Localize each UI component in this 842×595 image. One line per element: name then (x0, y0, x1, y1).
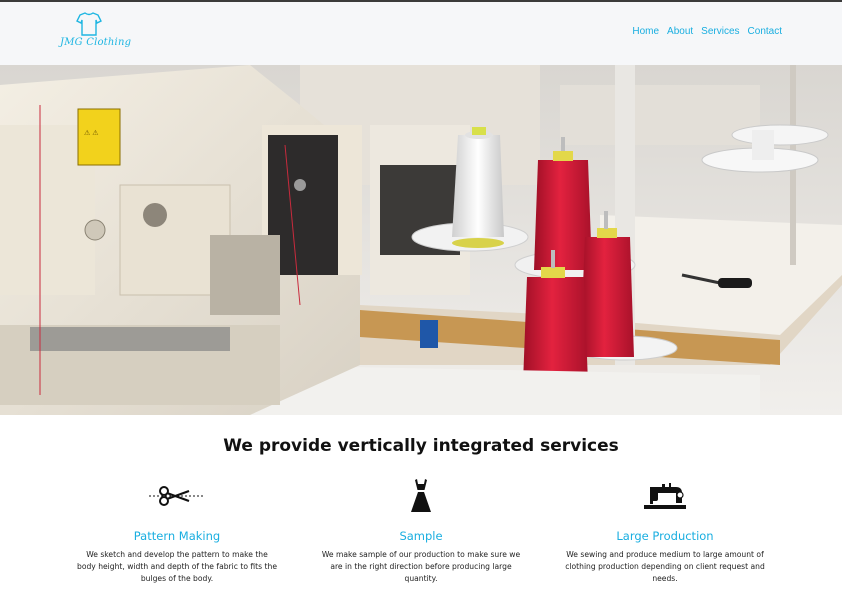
service-pattern-making: Pattern Making We sketch and develop the… (77, 478, 277, 585)
nav-contact[interactable]: Contact (748, 26, 782, 37)
sewing-factory-photo: ⚠ ⚠ (0, 65, 842, 415)
service-title: Pattern Making (133, 529, 221, 543)
sewing-machine-icon (644, 483, 686, 509)
service-sample: Sample We make sample of our production … (321, 478, 521, 585)
service-title: Large Production (616, 529, 714, 543)
service-description: We sewing and produce medium to large am… (565, 550, 765, 583)
scissors-icon (149, 486, 205, 506)
service-title: Sample (399, 529, 443, 543)
main-nav: Home About Services Contact (632, 26, 782, 37)
nav-services[interactable]: Services (701, 26, 739, 37)
nav-about[interactable]: About (667, 26, 693, 37)
brand-logo[interactable]: JMG Clothing (58, 11, 131, 55)
service-description: We make sample of our production to make… (321, 550, 521, 583)
site-header: JMG Clothing Home About Services Contact (0, 2, 842, 65)
section-title: We provide vertically integrated service… (223, 436, 619, 456)
brand-name: JMG Clothing (60, 37, 132, 48)
dress-icon (411, 479, 431, 512)
hero-image: ⚠ ⚠ (0, 65, 842, 415)
nav-home[interactable]: Home (632, 26, 659, 37)
service-large-production: Large Production We sewing and produce m… (565, 478, 765, 585)
service-description: We sketch and develop the pattern to mak… (77, 550, 277, 583)
svg-text:⚠ ⚠: ⚠ ⚠ (84, 129, 99, 137)
